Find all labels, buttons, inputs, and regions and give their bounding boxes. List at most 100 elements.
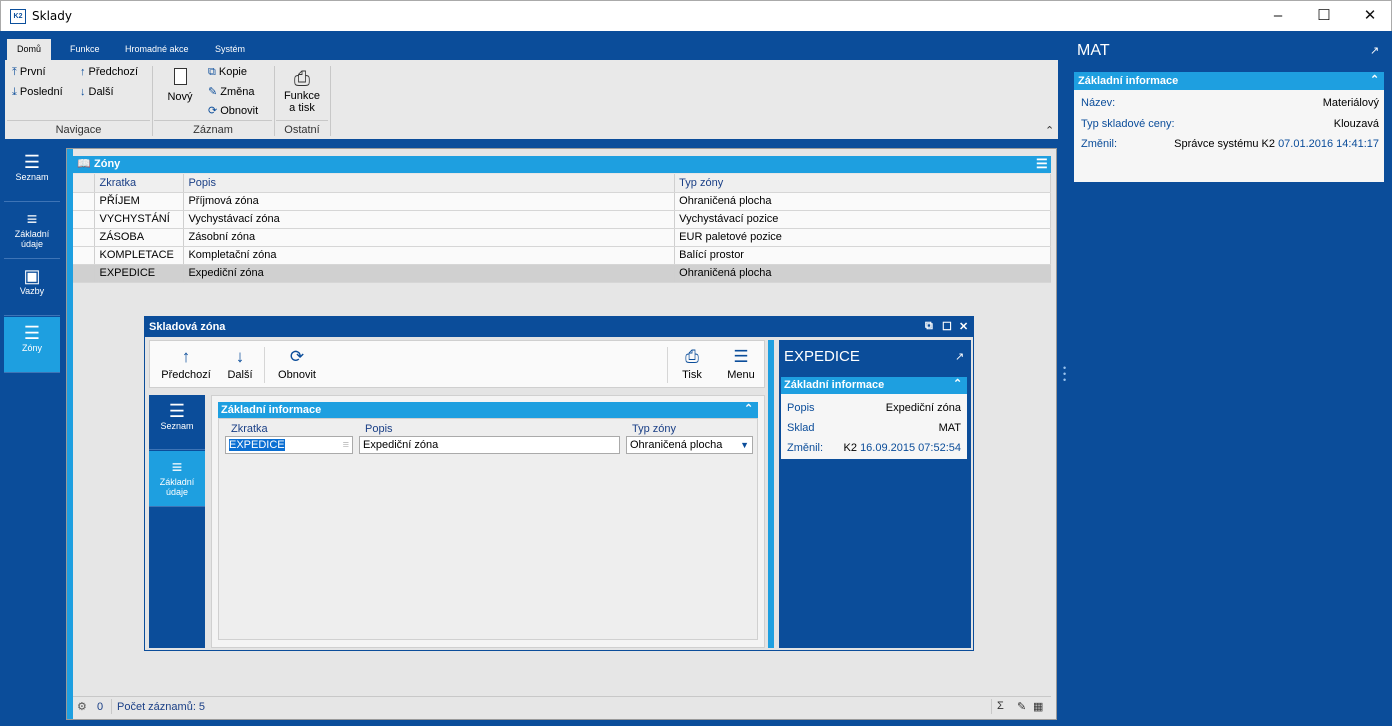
column-header-typ-zony[interactable]: Typ zóny	[674, 174, 1051, 193]
dialog-info-section-title: Základní informace	[784, 379, 885, 391]
menu-icon: ☰	[733, 347, 749, 366]
cell-popis: Zásobní zóna	[183, 228, 676, 247]
cell-popis: Expediční zóna	[183, 264, 676, 283]
nav-item-zakladni-udaje[interactable]: ≡ Základní údaje	[149, 451, 205, 507]
next-button[interactable]: ↓ Další	[222, 347, 258, 381]
details-icon: ≡	[26, 209, 38, 229]
splitter-handle[interactable]: • • •	[1063, 364, 1066, 385]
refresh-button[interactable]: ⟳ Obnovit	[208, 104, 258, 117]
dialog-info-title: EXPEDICE	[784, 348, 860, 365]
tab-domu[interactable]: Domů	[7, 39, 52, 60]
table-row[interactable]: KOMPLETACE Kompletační zóna Balící prost…	[73, 246, 1051, 265]
popis-field[interactable]: Expediční zóna	[359, 436, 620, 454]
dialog-info-card-header: Základní informace ⌃	[781, 377, 967, 394]
close-button[interactable]: ✕	[1347, 1, 1392, 31]
tab-funkce[interactable]: Funkce	[60, 39, 110, 60]
dialog-toolbar: ↑ Předchozí ↓ Další ⟳ Obnovit ⎙ Tisk ☰ M…	[149, 340, 765, 388]
sum-icon[interactable]: Σ	[997, 700, 1004, 712]
dialog-title: Skladová zóna	[149, 321, 226, 333]
book-icon: 📖	[77, 158, 91, 170]
cell-zkratka: EXPEDICE	[94, 264, 185, 283]
ribbon-tabs: Domů Funkce Hromadné akce Systém	[5, 36, 1058, 60]
section-body: Zkratka EXPEDICE ≡ Popis Expediční zóna …	[218, 418, 758, 640]
printer-icon: ⎙	[294, 68, 310, 90]
info-value: MAT	[938, 422, 961, 434]
group-separator	[330, 66, 331, 136]
typ-zony-value: Ohraničená plocha	[630, 439, 723, 451]
row-indicator	[73, 264, 96, 283]
info-card-header: Základní informace ⌃	[1074, 72, 1384, 90]
table-row[interactable]: ZÁSOBA Zásobní zóna EUR paletové pozice	[73, 228, 1051, 247]
dialog-content: Základní informace ⌃ Zkratka EXPEDICE ≡ …	[211, 395, 765, 648]
info-row: Popis Expediční zóna	[787, 402, 961, 414]
cell-zkratka: PŘÍJEM	[94, 192, 185, 211]
arrow-down-to-line-icon: ⤓	[12, 86, 17, 98]
info-row: Název: Materiálový	[1081, 97, 1379, 109]
tab-system[interactable]: Systém	[205, 39, 255, 60]
changed-date: 07.01.2016 14:41:17	[1278, 138, 1379, 150]
column-header-zkratka[interactable]: Zkratka	[94, 174, 185, 193]
table-settings-icon[interactable]: ▦	[1033, 700, 1043, 713]
left-nav: ☰ Seznam ≡ Základní údaje ▣ Vazby ☰ Zóny	[4, 146, 60, 720]
popis-label: Popis	[365, 423, 393, 435]
cell-typ: Balící prostor	[674, 246, 1051, 265]
previous-button[interactable]: ↑ Předchozí	[80, 66, 138, 78]
next-button[interactable]: ↓ Další	[80, 86, 114, 98]
nav-item-zakladni-udaje[interactable]: ≡ Základní údaje	[4, 203, 60, 259]
changed-user: K2	[843, 442, 857, 454]
open-external-icon[interactable]: ↗	[1370, 44, 1379, 57]
maximize-button[interactable]: ☐	[1301, 1, 1347, 31]
changed-date: 16.09.2015 07:52:54	[860, 442, 961, 454]
table-row[interactable]: PŘÍJEM Příjmová zóna Ohraničená plocha	[73, 192, 1051, 211]
typ-zony-select[interactable]: Ohraničená plocha ▼	[626, 436, 753, 454]
table-row[interactable]: VYCHYSTÁNÍ Vychystávací zóna Vychystávac…	[73, 210, 1051, 229]
restore-icon[interactable]: ⧉	[925, 320, 933, 333]
open-external-icon[interactable]: ↗	[955, 350, 964, 363]
pencil-icon[interactable]: ✎	[1017, 700, 1026, 713]
cell-zkratka: VYCHYSTÁNÍ	[94, 210, 185, 229]
copy-icon: ⧉	[208, 66, 216, 78]
change-button[interactable]: ✎ Změna	[208, 85, 254, 98]
table-row-selected[interactable]: EXPEDICE Expediční zóna Ohraničená ploch…	[73, 264, 1051, 283]
functions-print-button[interactable]: ⎙ Funkce a tisk	[281, 68, 323, 114]
refresh-button[interactable]: ⟳ Obnovit	[272, 347, 322, 381]
new-button[interactable]: Nový	[165, 68, 195, 103]
group-label-zaznam: Záznam	[193, 124, 233, 136]
cell-popis: Příjmová zóna	[183, 192, 676, 211]
close-icon[interactable]: ✕	[959, 320, 968, 333]
maximize-icon[interactable]: ☐	[942, 320, 952, 333]
column-header-popis[interactable]: Popis	[183, 174, 676, 193]
nav-item-vazby[interactable]: ▣ Vazby	[4, 260, 60, 316]
collapse-ribbon-icon[interactable]: ⌃	[1045, 124, 1054, 137]
copy-button[interactable]: ⧉ Kopie	[208, 66, 247, 79]
menu-icon[interactable]: ☰	[1036, 156, 1048, 172]
previous-button[interactable]: ↑ Předchozí	[160, 347, 212, 381]
tab-hromadne-akce[interactable]: Hromadné akce	[115, 39, 199, 60]
menu-button[interactable]: ☰ Menu	[722, 347, 760, 381]
new-document-icon	[173, 68, 187, 85]
nav-item-zony[interactable]: ☰ Zóny	[4, 317, 60, 373]
first-button[interactable]: ⤒ První	[12, 66, 46, 79]
zones-table: Zkratka Popis Typ zóny PŘÍJEM Příjmová z…	[73, 174, 1051, 283]
cell-typ: Vychystávací pozice	[674, 210, 1051, 229]
nav-item-seznam[interactable]: ☰ Seznam	[149, 395, 205, 450]
nav-item-seznam[interactable]: ☰ Seznam	[4, 146, 60, 202]
refresh-icon: ⟳	[208, 105, 218, 117]
gear-icon[interactable]: ⚙	[77, 700, 87, 713]
print-button[interactable]: ⎙ Tisk	[674, 347, 710, 381]
minimize-button[interactable]: –	[1255, 1, 1301, 31]
info-key: Změnil:	[1081, 138, 1118, 150]
printer-icon: ⎙	[685, 347, 699, 366]
row-indicator-header	[73, 174, 96, 193]
zkratka-field[interactable]: EXPEDICE ≡	[225, 436, 353, 454]
chevron-up-icon[interactable]: ⌃	[1370, 73, 1379, 86]
section-title: Základní informace	[221, 404, 322, 416]
chevron-up-icon[interactable]: ⌃	[953, 377, 962, 390]
last-button[interactable]: ⤓ Poslední	[12, 86, 63, 99]
dropdown-icon[interactable]: ▼	[740, 437, 749, 453]
chevron-up-icon[interactable]: ⌃	[744, 402, 753, 415]
info-card: Základní informace ⌃ Název: Materiálový …	[1074, 72, 1384, 182]
filter-count: 0	[97, 701, 104, 713]
list-icon: ☰	[168, 401, 186, 421]
zony-header: 📖 Zóny ☰	[73, 156, 1051, 173]
